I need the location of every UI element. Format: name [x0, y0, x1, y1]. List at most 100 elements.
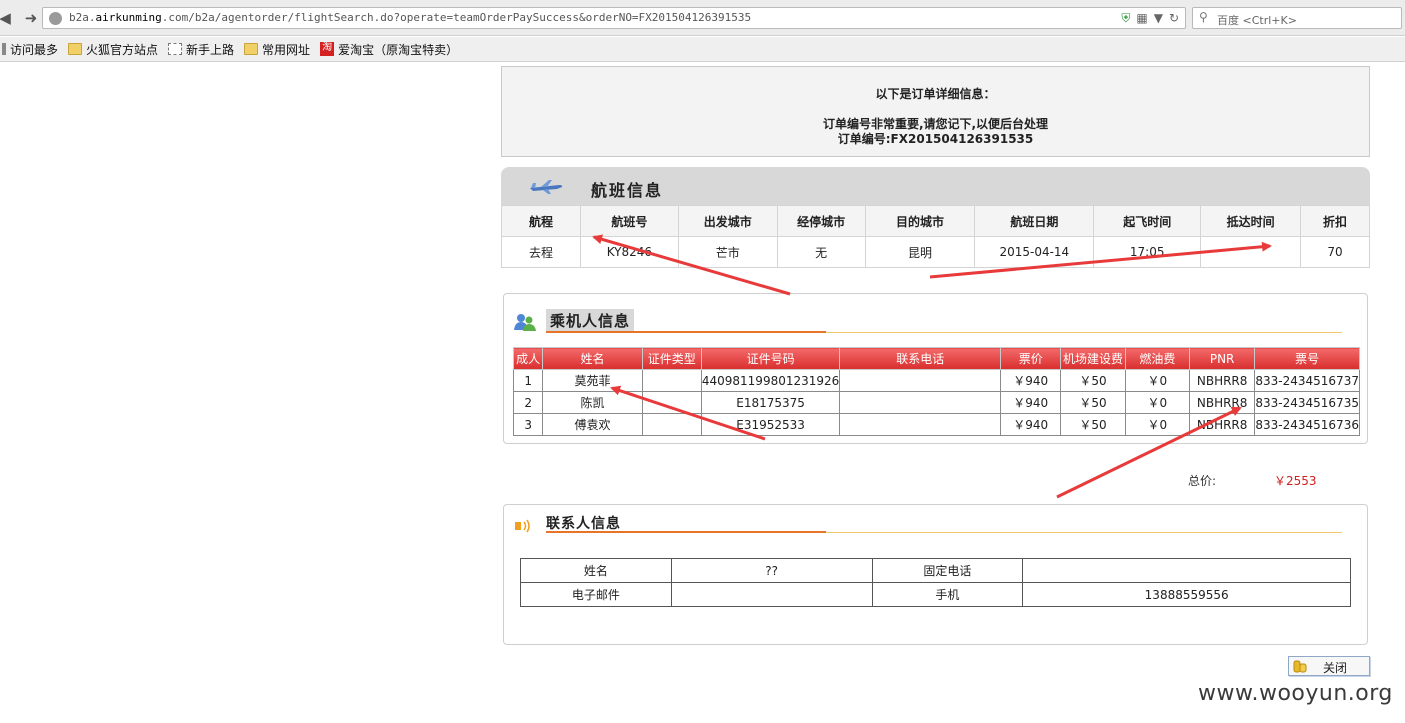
- close-button-label: 关闭: [1323, 661, 1348, 675]
- address-bar[interactable]: b2a.airkunming.com/b2a/agentorder/flight…: [42, 7, 1186, 29]
- table-cell: ￥940: [1000, 369, 1062, 392]
- reload-icon[interactable]: ↻: [1169, 11, 1179, 26]
- close-button[interactable]: 关闭: [1288, 656, 1370, 676]
- search-icon: ⚲: [1199, 10, 1208, 24]
- table-cell: [670, 582, 873, 607]
- table-cell: ￥50: [1060, 391, 1126, 414]
- table-cell: 莫苑菲: [542, 369, 643, 392]
- contact-section: 联系人信息 姓名 ?? 固定电话 电子邮件 手机 13888559556: [503, 504, 1368, 645]
- contact-table: 姓名 ?? 固定电话 电子邮件 手机 13888559556: [520, 558, 1351, 607]
- bookmark-most-visited[interactable]: 访问最多: [2, 41, 58, 58]
- qr-code-icon[interactable]: ▦: [1136, 11, 1147, 26]
- column-header: 联系电话: [839, 347, 1002, 370]
- column-header: 目的城市: [864, 205, 976, 237]
- folder-icon: [68, 43, 83, 55]
- browser-toolbar: ◀ ➜ b2a.airkunming.com/b2a/agentorder/fl…: [0, 0, 1405, 36]
- globe-icon: [49, 12, 62, 25]
- search-bar[interactable]: ⚲ 百度 <Ctrl+K>: [1192, 7, 1402, 29]
- taobao-icon: 淘: [320, 42, 335, 56]
- table-row: 2 陈凯 E18175375 ￥940 ￥50 ￥0 NBHRR8 833-24…: [512, 391, 1360, 414]
- bookmark-aitaobao[interactable]: 淘 爱淘宝（原淘宝特卖）: [320, 41, 458, 58]
- table-cell: NBHRR8: [1188, 391, 1256, 414]
- table-cell: E31952533: [700, 413, 841, 436]
- table-cell: 傅袁欢: [542, 413, 643, 436]
- table-cell: 833-2434516737: [1254, 369, 1360, 392]
- table-cell: 昆明: [864, 236, 976, 268]
- airplane-icon: [530, 180, 563, 194]
- table-cell: 固定电话: [871, 558, 1024, 583]
- page-icon: [168, 43, 183, 55]
- table-row: 电子邮件 手机 13888559556: [520, 582, 1351, 607]
- column-header: 证件类型: [641, 347, 702, 370]
- table-cell: ￥0: [1124, 413, 1190, 436]
- table-cell: 17:05: [1093, 236, 1202, 268]
- column-header: 证件号码: [700, 347, 841, 370]
- table-cell: ￥0: [1124, 369, 1190, 392]
- column-header: 票号: [1254, 347, 1360, 370]
- table-cell: 13888559556: [1022, 582, 1351, 607]
- table-cell: NBHRR8: [1188, 369, 1256, 392]
- bookmark-common-sites[interactable]: 常用网址: [244, 41, 310, 58]
- order-number: 订单编号:FX201504126391535: [837, 132, 1034, 146]
- table-cell: ￥940: [1000, 413, 1062, 436]
- column-header: 航班日期: [974, 205, 1095, 237]
- table-cell: [1200, 236, 1302, 268]
- table-cell: 2: [512, 391, 544, 414]
- divider: [826, 532, 1342, 533]
- bookmarks-bar: 访问最多 火狐官方站点 新手上路 常用网址 淘 爱淘宝（原淘宝特卖）: [0, 37, 1405, 62]
- table-cell: 440981199801231926: [700, 369, 841, 392]
- table-header-row: 航程 航班号 出发城市 经停城市 目的城市 航班日期 起飞时间 抵达时间 折扣: [501, 205, 1370, 237]
- column-header: 折扣: [1300, 205, 1370, 237]
- table-cell: ??: [670, 558, 873, 583]
- bookmark-firefox-site[interactable]: 火狐官方站点: [68, 41, 158, 58]
- table-row: 姓名 ?? 固定电话: [520, 558, 1351, 583]
- watermark: www.wooyun.org: [1198, 681, 1393, 706]
- table-cell: 电子邮件: [520, 582, 672, 607]
- table-cell: [839, 369, 1002, 392]
- dropdown-icon[interactable]: ▼: [1154, 11, 1163, 26]
- forward-icon[interactable]: ➜: [22, 9, 40, 27]
- column-header: 票价: [1000, 347, 1062, 370]
- column-header: PNR: [1188, 347, 1256, 370]
- table-cell: E18175375: [700, 391, 841, 414]
- column-header: 成人: [512, 347, 544, 370]
- table-cell: 70: [1300, 236, 1370, 268]
- users-icon: [514, 314, 536, 331]
- column-header: 航班号: [579, 205, 679, 237]
- divider: [826, 332, 1342, 333]
- bookmark-getting-started[interactable]: 新手上路: [168, 41, 234, 58]
- table-cell: 833-2434516736: [1254, 413, 1360, 436]
- table-cell: ￥50: [1060, 369, 1126, 392]
- table-row: 1 莫苑菲 440981199801231926 ￥940 ￥50 ￥0 NBH…: [512, 369, 1360, 392]
- table-row: 去程 KY8246 芒市 无 昆明 2015-04-14 17:05 70: [501, 236, 1370, 268]
- table-cell: NBHRR8: [1188, 413, 1256, 436]
- table-cell: ￥940: [1000, 391, 1062, 414]
- column-header: 姓名: [542, 347, 643, 370]
- flight-section-title: 航班信息: [591, 181, 664, 200]
- column-header: 经停城市: [776, 205, 866, 237]
- table-cell: 1: [512, 369, 544, 392]
- column-header: 出发城市: [677, 205, 778, 237]
- shield-icon[interactable]: ⛨: [1121, 11, 1130, 26]
- column-header: 航程: [501, 205, 581, 237]
- column-header: 机场建设费: [1060, 347, 1126, 370]
- table-cell: 姓名: [520, 558, 672, 583]
- bookmark-icon: [2, 43, 6, 55]
- table-cell: [839, 413, 1002, 436]
- table-cell: ￥0: [1124, 391, 1190, 414]
- total-price-value: ￥2553: [1274, 474, 1317, 488]
- table-cell: 833-2434516735: [1254, 391, 1360, 414]
- table-header-row: 成人 姓名 证件类型 证件号码 联系电话 票价 机场建设费 燃油费 PNR 票号: [512, 347, 1360, 370]
- back-icon[interactable]: ◀: [0, 9, 14, 27]
- divider: [546, 531, 826, 533]
- table-cell: 去程: [501, 236, 581, 268]
- folder-icon: [244, 43, 259, 55]
- table-cell: ￥50: [1060, 413, 1126, 436]
- order-info-box: 以下是订单详细信息： 订单编号非常重要,请您记下,以便后台处理 订单编号:FX2…: [501, 66, 1370, 157]
- table-cell: [839, 391, 1002, 414]
- total-price-label: 总价:: [1188, 474, 1217, 488]
- speaker-icon: [515, 519, 530, 533]
- passenger-section-title: 乘机人信息: [546, 309, 635, 332]
- url-text: b2a.airkunming.com/b2a/agentorder/flight…: [69, 11, 752, 24]
- column-header: 燃油费: [1124, 347, 1190, 370]
